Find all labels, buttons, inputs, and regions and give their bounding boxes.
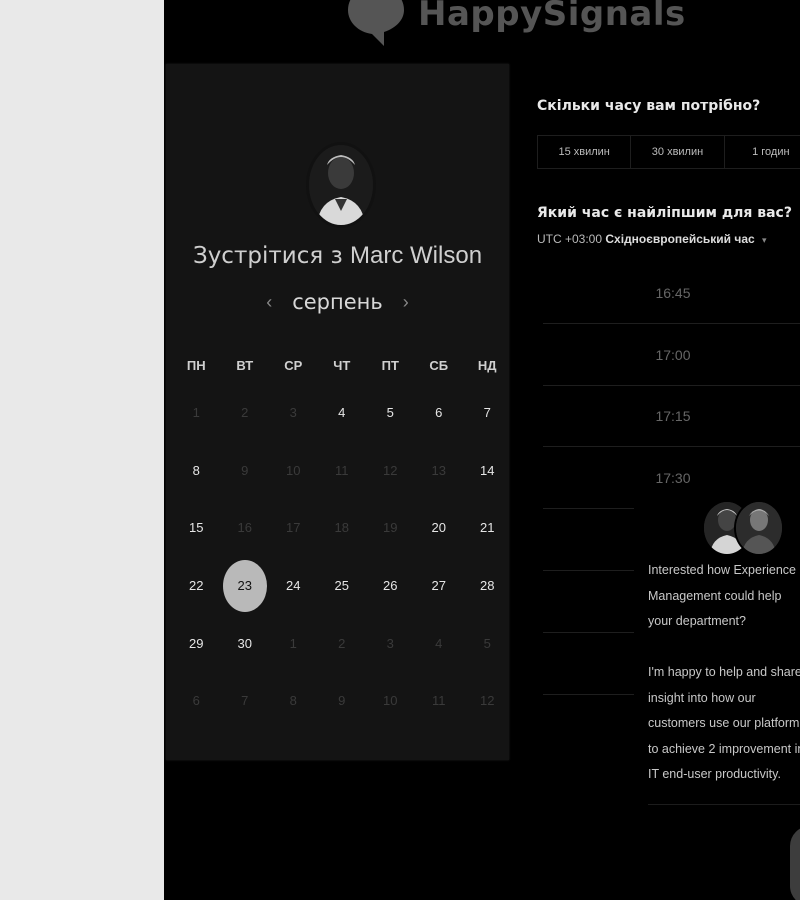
calendar-day[interactable]: 20 — [415, 499, 464, 557]
calendar-day: 5 — [483, 635, 491, 651]
host-avatar — [306, 142, 376, 228]
calendar-day: 4 — [435, 635, 443, 651]
selected-day-label: 23 — [222, 559, 267, 612]
time-slot[interactable]: 17:00 — [543, 325, 800, 386]
chat-popup[interactable]: Interested how Experience Management cou… — [634, 500, 800, 810]
calendar-day[interactable]: 25 — [318, 557, 367, 615]
scheduler-page: HappySignals Зустрітися з Marc Wilson ‹ … — [164, 0, 800, 900]
calendar-day: 10 — [286, 462, 301, 478]
timezone-offset: UTC +03:00 — [537, 232, 603, 246]
calendar-day[interactable]: 24 — [269, 557, 318, 615]
calendar-day: 12 — [383, 462, 398, 478]
weekday-header: ЧТ — [333, 357, 351, 373]
duration-option[interactable]: 1 годин — [725, 136, 800, 168]
calendar-day[interactable]: 8 — [172, 442, 221, 500]
duration-option[interactable]: 15 хвилин — [538, 136, 632, 168]
duration-selector: 15 хвилин 30 хвилин 1 годин — [537, 135, 800, 169]
calendar-day: 18 — [334, 520, 349, 536]
calendar-day: 10 — [383, 693, 398, 709]
agent-avatar — [734, 500, 784, 556]
weekday-header: СБ — [429, 357, 449, 373]
calendar-day: 1 — [289, 635, 297, 651]
weekday-header: ВТ — [236, 357, 254, 373]
calendar-day[interactable]: 27 — [415, 557, 464, 615]
weekday-header: СР — [284, 357, 303, 373]
duration-option[interactable]: 30 хвилин — [631, 136, 725, 168]
left-margin — [0, 0, 164, 900]
calendar-day: 11 — [335, 462, 349, 478]
chat-launcher-button[interactable] — [790, 826, 800, 900]
weekday-header: ПТ — [381, 357, 399, 373]
calendar-day[interactable]: 7 — [463, 384, 512, 442]
calendar-day: 19 — [383, 520, 398, 536]
chat-agent-avatars — [702, 500, 784, 556]
calendar-day: 9 — [241, 462, 249, 478]
weekday-header: НД — [477, 357, 497, 373]
time-slot[interactable]: 17:15 — [543, 386, 800, 447]
calendar-day: 17 — [286, 520, 301, 536]
meeting-title: Зустрітися з Marc Wilson — [166, 242, 509, 270]
calendar-day[interactable]: 28 — [463, 557, 512, 615]
calendar-day: 3 — [386, 635, 394, 651]
calendar-day: 2 — [241, 405, 249, 421]
month-label: серпень — [292, 290, 383, 314]
meeting-title-prefix: Зустрітися з — [192, 243, 343, 269]
calendar-day[interactable]: 5 — [366, 384, 415, 442]
calendar-day: 3 — [289, 405, 297, 421]
time-slot[interactable]: 16:45 — [543, 263, 800, 324]
time-question: Який час є найліпшим для вас? — [537, 205, 792, 221]
calendar-day[interactable]: 30 — [221, 614, 270, 672]
calendar-day[interactable]: 15 — [172, 499, 221, 557]
calendar-day: 6 — [192, 693, 200, 709]
calendar-day: 7 — [241, 693, 249, 709]
host-name: Marc Wilson — [350, 242, 483, 269]
prev-month-icon[interactable]: ‹ — [260, 292, 278, 313]
chat-divider — [648, 804, 800, 805]
duration-question: Скільки часу вам потрібно? — [537, 98, 761, 114]
calendar-day[interactable]: 21 — [463, 499, 512, 557]
calendar-day: 1 — [192, 405, 200, 421]
calendar-day[interactable]: 22 — [172, 557, 221, 615]
next-month-icon[interactable]: › — [397, 292, 415, 313]
month-navigation: ‹ серпень › — [166, 290, 509, 314]
calendar-day: 16 — [237, 520, 252, 536]
calendar-day: 12 — [480, 693, 495, 709]
calendar-day: 2 — [338, 635, 346, 651]
calendar-grid: ПН ВТ СР ЧТ ПТ СБ НД 1 2 3 4 5 6 7 8 9 10 11 12 13 14 15 16 17 1… — [172, 346, 508, 730]
calendar-day-selected[interactable]: 23 — [221, 557, 270, 615]
calendar-day[interactable]: 29 — [172, 614, 221, 672]
timezone-name: Східноєвропейський час — [605, 232, 755, 246]
weekday-header: ПН — [186, 357, 206, 373]
calendar-day[interactable]: 26 — [366, 557, 415, 615]
calendar-day: 8 — [289, 693, 297, 709]
calendar-day[interactable]: 14 — [463, 442, 512, 500]
chat-message: Interested how Experience Management cou… — [648, 563, 800, 781]
caret-down-icon: ▾ — [762, 235, 767, 245]
calendar-day: 13 — [431, 462, 446, 478]
calendar-day[interactable]: 6 — [415, 384, 464, 442]
calendar-day: 9 — [338, 693, 346, 709]
timezone-selector[interactable]: UTC +03:00 Східноєвропейський час ▾ — [537, 232, 767, 246]
calendar-day: 11 — [432, 693, 446, 709]
calendar-panel: Зустрітися з Marc Wilson ‹ серпень › ПН В… — [166, 64, 509, 760]
calendar-day[interactable]: 4 — [318, 384, 367, 442]
speech-bubble-logo-icon — [344, 0, 408, 46]
